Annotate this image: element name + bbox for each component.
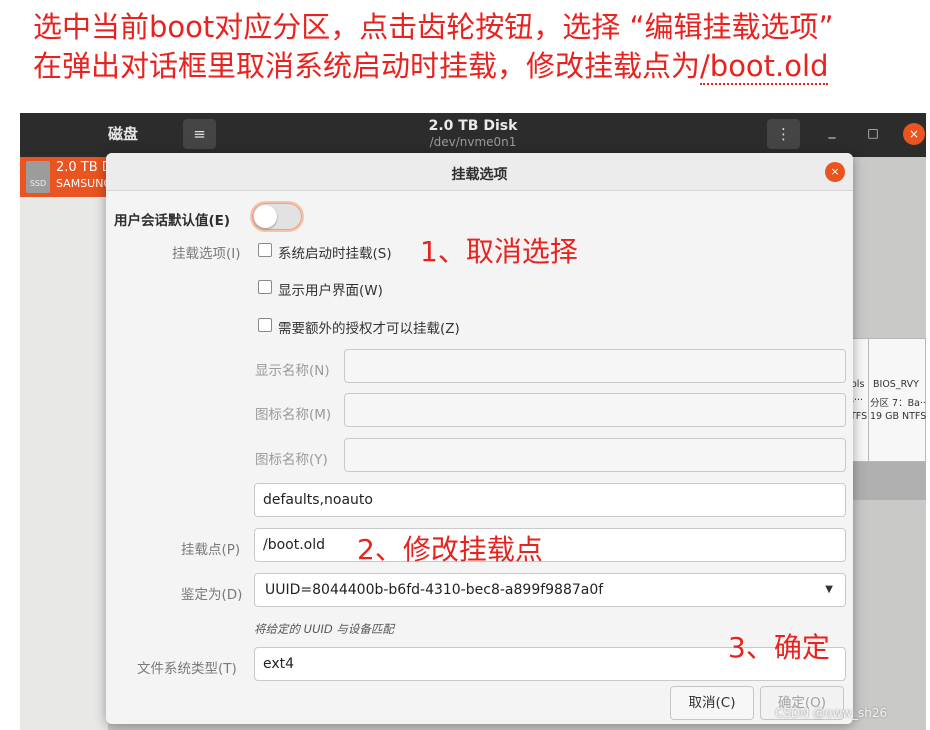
symbolic-icon-name-input[interactable] [344, 438, 846, 472]
kebab-icon: ⋮ [776, 125, 791, 143]
dropdown-arrow-icon: ▼ [825, 584, 833, 595]
instruction-line-1: 选中当前boot对应分区，点击齿轮按钮，选择 “编辑挂载选项” [33, 10, 834, 44]
partition-size: 19 GB NTFS [870, 411, 926, 422]
step-2-annotation: 2、修改挂载点 [357, 533, 543, 566]
partition-name: 分区 7：Ba··· [870, 398, 926, 409]
cancel-button[interactable]: 取消(C) [670, 686, 754, 720]
mount-at-startup-checkbox[interactable] [258, 243, 272, 257]
free-space-strip [848, 462, 926, 500]
switch-knob [254, 205, 277, 228]
identify-as-select[interactable]: UUID=8044400b-b6fd-4310-bec8-a899f9887a0… [254, 573, 846, 607]
display-name-input[interactable] [344, 349, 846, 383]
identify-as-value: UUID=8044400b-b6fd-4310-bec8-a899f9887a0… [265, 582, 604, 598]
display-name-label: 显示名称(N) [255, 363, 330, 379]
icon-name-label: 图标名称(M) [255, 407, 332, 423]
dialog-title: 挂载选项 [451, 167, 508, 183]
maximize-icon: □ [867, 126, 879, 140]
instruction-line-2: 在弹出对话框里取消系统启动时挂载，修改挂载点为/boot.old [33, 49, 829, 85]
minimize-button[interactable]: _ [824, 123, 840, 143]
mount-point-label: 挂载点(P) [181, 542, 241, 558]
close-icon: × [908, 127, 920, 141]
identify-as-hint: 将给定的 UUID 与设备匹配 [254, 622, 394, 636]
icon-name-input[interactable] [344, 393, 846, 427]
disk-menu-button[interactable]: ⋮ [767, 119, 800, 149]
filesystem-type-label: 文件系统类型(T) [137, 661, 237, 677]
mount-at-startup-label: 系统启动时挂载(S) [278, 246, 392, 262]
dialog-close-button[interactable]: × [825, 162, 845, 182]
header-bar: 磁盘 ≡ 2.0 TB Disk /dev/nvme0n1 ⋮ _ □ × [20, 113, 926, 157]
require-auth-checkbox[interactable] [258, 318, 272, 332]
sidebar-item-subtitle: SAMSUNG [56, 177, 112, 190]
identify-as-label: 鉴定为(D) [181, 587, 243, 603]
user-session-defaults-label: 用户会话默认值(E) [114, 213, 231, 229]
mount-point-input[interactable]: /boot.old [254, 528, 846, 562]
mount-options-label: 挂载选项(I) [172, 246, 241, 262]
close-icon: × [830, 165, 840, 178]
partition-label: ols [851, 379, 865, 390]
require-auth-label: 需要额外的授权才可以挂载(Z) [278, 321, 460, 337]
instruction-line-2-text: 在弹出对话框里取消系统启动时挂载，修改挂载点为 [33, 49, 701, 83]
sidebar-item-disk[interactable]: SSD 2.0 TB Disk SAMSUNG [20, 157, 130, 197]
disk-sidebar: SSD 2.0 TB Disk SAMSUNG [20, 157, 130, 730]
step-1-annotation: 1、取消选择 [420, 235, 578, 268]
symbolic-icon-name-label: 图标名称(Y) [255, 452, 328, 468]
mount-options-input[interactable]: defaults,noauto [254, 483, 846, 517]
maximize-button[interactable]: □ [865, 125, 881, 141]
partition-label: BIOS_RVY [873, 379, 919, 390]
step-3-annotation: 3、确定 [728, 631, 830, 664]
show-in-ui-label: 显示用户界面(W) [278, 283, 383, 299]
instruction-path: /boot.old [700, 49, 829, 85]
ssd-icon: SSD [26, 161, 50, 193]
user-session-defaults-switch[interactable] [252, 203, 302, 230]
window-close-button[interactable]: × [903, 123, 925, 145]
dialog-header: 挂载选项 × [106, 153, 853, 191]
partition-divider [868, 338, 869, 462]
watermark: CSDN @oww_sh26 [775, 706, 888, 720]
minimize-icon: _ [828, 123, 836, 139]
show-in-ui-checkbox[interactable] [258, 280, 272, 294]
